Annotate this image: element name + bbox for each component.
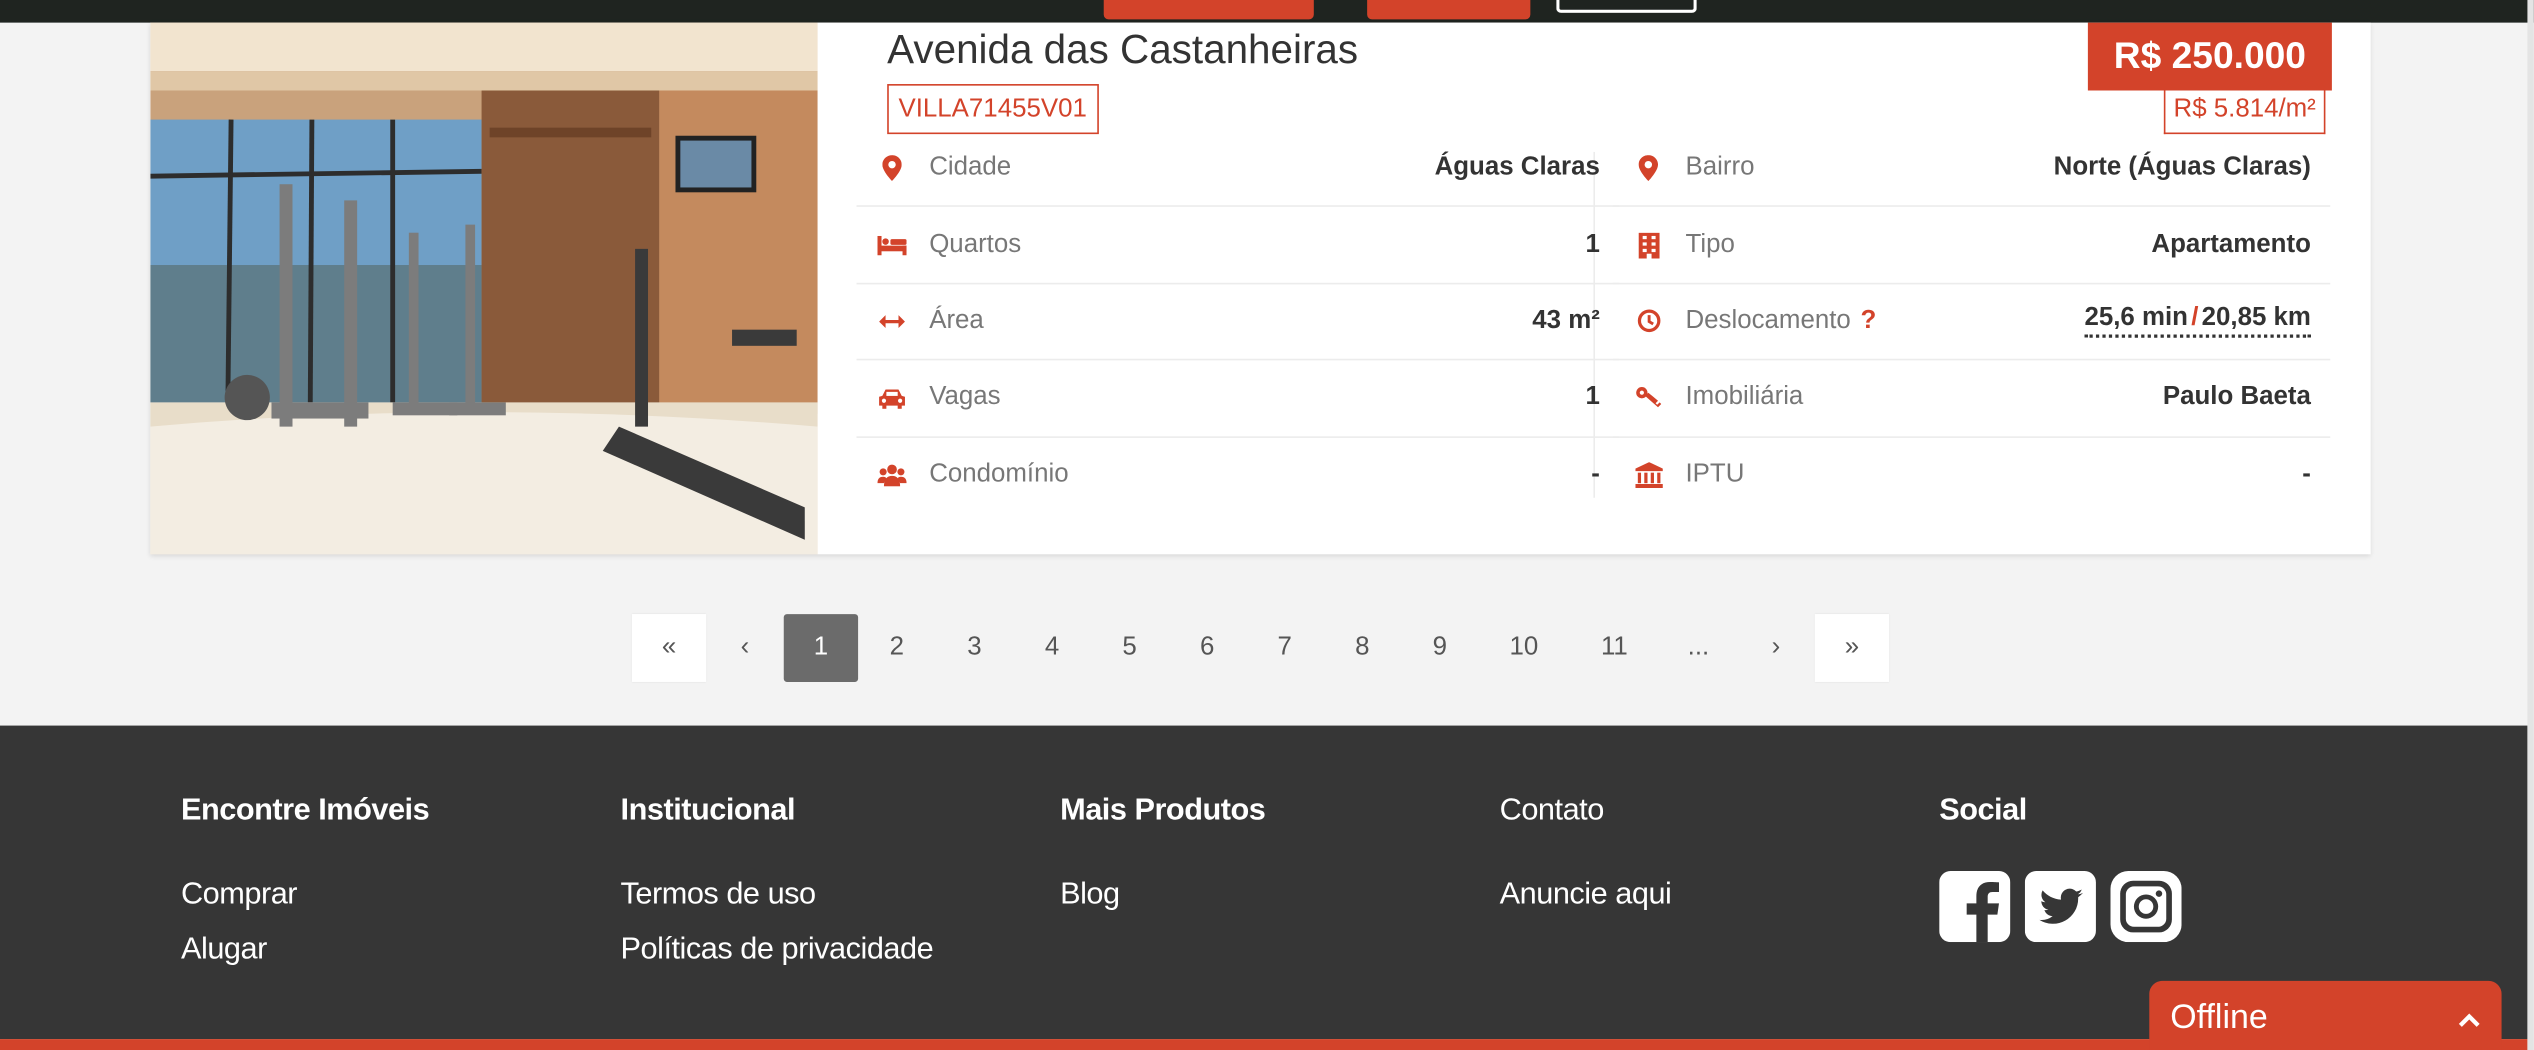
footer-link-privacidade[interactable]: Políticas de privacidade <box>621 932 934 968</box>
footer-heading: Mais Produtos <box>1060 793 1266 828</box>
page-button[interactable]: 7 <box>1246 614 1324 682</box>
detail-value: Norte (Águas Claras) <box>2053 153 2311 182</box>
detail-label: Condomínio <box>929 460 1069 489</box>
detail-row-iptu: IPTU - <box>1613 437 2331 514</box>
page-button[interactable]: 2 <box>858 614 936 682</box>
page-next-button[interactable]: › <box>1737 614 1815 682</box>
property-title[interactable]: Avenida das Castanheiras <box>887 27 1358 74</box>
detail-row-bairro: Bairro Norte (Águas Claras) <box>1612 131 2331 208</box>
footer-link-blog[interactable]: Blog <box>1060 877 1265 913</box>
travel-time: 25,6 min <box>2084 304 2188 333</box>
detail-row-tipo: Tipo Apartamento <box>1612 207 2331 285</box>
travel-separator: / <box>2191 304 2199 333</box>
detail-row-area: Área 43 m² <box>856 284 1620 361</box>
page-prev-button[interactable]: ‹ <box>706 614 784 682</box>
detail-row-deslocamento: Deslocamento? 25,6 min/20,85 km <box>1612 284 2331 361</box>
detail-row-cidade: Cidade Águas Claras <box>856 131 1620 208</box>
travel-value[interactable]: 25,6 min/20,85 km <box>2084 304 2311 339</box>
page-button[interactable]: 10 <box>1479 614 1569 682</box>
footer-link-comprar[interactable]: Comprar <box>181 877 429 913</box>
price-badge: R$ 250.000 <box>2087 22 2332 91</box>
bank-icon <box>1632 459 1664 491</box>
property-card[interactable]: Avenida das Castanheiras VILLA71455V01 R… <box>150 22 2371 555</box>
social-icons <box>1939 871 2182 943</box>
nav-button-outline-partial[interactable] <box>1556 0 1697 13</box>
page-button[interactable]: 11 <box>1569 614 1659 682</box>
building-icon <box>1632 229 1664 261</box>
users-icon <box>876 459 908 491</box>
car-icon <box>876 382 908 414</box>
detail-label: Imobiliária <box>1685 383 1804 412</box>
detail-value: 43 m² <box>1532 306 1600 335</box>
detail-value: Paulo Baeta <box>2162 383 2311 412</box>
detail-label: Tipo <box>1685 230 1735 258</box>
map-pin-icon <box>1632 152 1664 184</box>
deslocamento-label: Deslocamento <box>1685 306 1851 335</box>
nav-button-partial[interactable] <box>1103 0 1314 20</box>
detail-value: 1 <box>1585 230 1600 258</box>
detail-label: Deslocamento? <box>1685 307 2084 336</box>
page-button-active[interactable]: 1 <box>783 614 859 682</box>
price-per-m2: R$ 5.814/m² <box>2163 88 2326 135</box>
details-right: Bairro Norte (Águas Claras) Tipo Apartam… <box>1612 131 2331 551</box>
pagination: « ‹ 1 2 3 4 5 6 7 8 9 10 11 ... › » <box>631 614 1890 682</box>
chevron-up-icon[interactable] <box>2458 999 2481 1038</box>
nav-button-partial[interactable] <box>1367 0 1531 20</box>
footer-column-encontre: Encontre Imóveis Comprar Alugar <box>180 793 430 987</box>
footer-heading: Institucional <box>620 793 796 828</box>
travel-distance: 20,85 km <box>2201 304 2311 333</box>
detail-value: Águas Claras <box>1434 153 1600 182</box>
footer-column-contato: Contato Anuncie aqui <box>1500 793 1672 932</box>
detail-label: IPTU <box>1685 460 1745 489</box>
footer-link-alugar[interactable]: Alugar <box>181 932 429 968</box>
page-button[interactable]: 3 <box>936 614 1014 682</box>
property-photo[interactable] <box>150 22 818 555</box>
detail-value: - <box>2302 460 2311 489</box>
help-icon[interactable]: ? <box>1860 307 1876 334</box>
instagram-icon[interactable] <box>2110 871 2182 943</box>
page-first-button[interactable]: « <box>631 614 707 682</box>
detail-row-condominio: Condomínio - <box>856 437 1619 514</box>
chat-status: Offline <box>2170 998 2268 1036</box>
footer-column-produtos: Mais Produtos Blog <box>1060 793 1266 932</box>
detail-label: Vagas <box>929 383 1001 412</box>
footer-link-termos[interactable]: Termos de uso <box>621 877 934 913</box>
bed-icon <box>876 229 908 261</box>
page-button[interactable]: 6 <box>1168 614 1246 682</box>
page-button[interactable]: 4 <box>1013 614 1091 682</box>
detail-label: Cidade <box>929 153 1012 182</box>
chat-widget[interactable]: Offline <box>2149 980 2502 1050</box>
map-pin-icon <box>876 152 908 184</box>
scrollbar[interactable] <box>2527 0 2534 1050</box>
key-icon <box>1632 382 1664 414</box>
footer-link-anuncie[interactable]: Anuncie aqui <box>1500 877 1672 913</box>
page-button[interactable]: 8 <box>1324 614 1402 682</box>
arrows-horizontal-icon <box>876 305 908 337</box>
detail-label: Quartos <box>929 230 1022 258</box>
detail-value: - <box>1591 460 1600 489</box>
footer-column-social: Social <box>1939 793 2182 943</box>
footer-heading: Social <box>1939 793 2027 828</box>
property-code: VILLA71455V01 <box>887 84 1099 135</box>
detail-value: Apartamento <box>2151 230 2311 258</box>
page-button[interactable]: 5 <box>1091 614 1169 682</box>
footer-heading: Encontre Imóveis <box>180 793 430 828</box>
page-last-button[interactable]: » <box>1814 614 1890 682</box>
detail-row-imobiliaria: Imobiliária Paulo Baeta <box>1612 361 2331 438</box>
facebook-icon[interactable] <box>1939 871 2011 943</box>
page-ellipsis[interactable]: ... <box>1660 614 1738 682</box>
footer-column-institucional: Institucional Termos de uso Políticas de… <box>621 793 934 987</box>
detail-label: Bairro <box>1685 153 1755 182</box>
detail-row-quartos: Quartos 1 <box>856 207 1620 285</box>
details-left: Cidade Águas Claras Quartos 1 Área 43 m²… <box>856 131 1620 551</box>
page-button[interactable]: 9 <box>1401 614 1479 682</box>
detail-row-vagas: Vagas 1 <box>856 361 1620 438</box>
detail-value: 1 <box>1585 383 1600 412</box>
twitter-icon[interactable] <box>2024 871 2096 943</box>
footer-heading[interactable]: Contato <box>1500 793 1672 829</box>
detail-label: Área <box>929 306 984 335</box>
top-nav-strip <box>0 0 2534 23</box>
clock-icon <box>1632 305 1664 337</box>
